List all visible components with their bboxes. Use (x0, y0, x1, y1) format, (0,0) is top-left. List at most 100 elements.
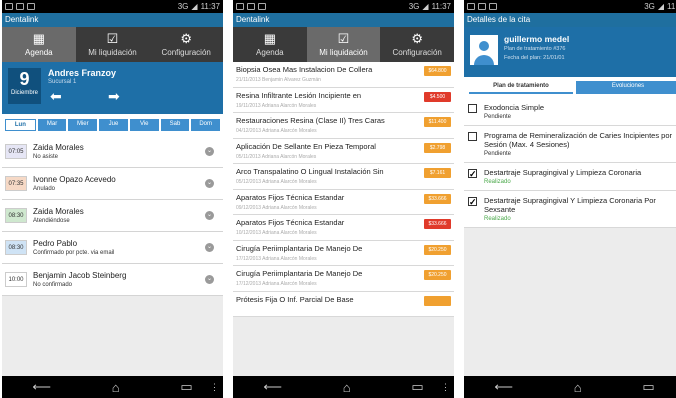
chevron-down-icon[interactable]: ⌄ (205, 275, 214, 284)
appointment-row[interactable]: 10:00 Benjamin Jacob Steinberg No confirma… (2, 264, 223, 296)
checked-checkbox-icon[interactable]: ✓ (468, 169, 477, 179)
avatar (470, 35, 498, 65)
appointment-time: 07:05 (5, 144, 27, 159)
tab-plan-tratamiento[interactable]: Plan de tratamiento (469, 81, 573, 94)
treatment-row[interactable]: ✓ Destartraje Supragingival Y Limpieza Co… (464, 191, 676, 228)
status-bar: 3G ◢ 11:37 (2, 0, 223, 13)
notification-icon (5, 3, 13, 10)
android-nav-bar: ⟵ ⌂ ▭ ⋮ (2, 376, 223, 398)
notification-icon (467, 3, 475, 10)
treatment-row[interactable]: ✓ Destartraje Supragingival y Limpieza Co… (464, 163, 676, 191)
list-item[interactable]: Aparatos Fijos Técnica Estandar 09/12/201… (233, 189, 454, 215)
status-bar: 3G◢11:4 (464, 0, 676, 13)
chevron-down-icon[interactable]: ⌄ (205, 147, 214, 156)
amount-badge: $4.500 (424, 91, 451, 102)
tab-evoluciones[interactable]: Evoluciones (576, 81, 676, 94)
recents-icon[interactable]: ▭ (642, 379, 654, 395)
back-icon[interactable]: ⟵ (32, 379, 51, 395)
treatment-status: Pendiente (484, 151, 512, 157)
weekday-lun[interactable]: Lun (5, 119, 36, 131)
tab-mi-liquidacion[interactable]: ☑ Mi liquidación (76, 27, 150, 62)
chevron-down-icon[interactable]: ⌄ (205, 243, 214, 252)
appointment-row[interactable]: 07:35 Ivonne Opazo Acevedo Anulado ⌄ (2, 168, 223, 200)
clock: 11:37 (431, 2, 451, 11)
weekday-dom[interactable]: Dom (191, 119, 221, 131)
procedure-title: Cirugía Periimplantaria De Manejo De (236, 269, 363, 278)
home-icon[interactable]: ⌂ (574, 380, 582, 395)
appointment-status: Anulado (33, 186, 56, 192)
appointment-row[interactable]: 08:30 Zaida Morales Atendiéndose ⌄ (2, 200, 223, 232)
app-title: Dentalink (2, 13, 223, 27)
amount-badge: $7.161 (424, 168, 451, 178)
list-item[interactable]: Aplicación De Sellante En Pieza Temporal… (233, 138, 454, 164)
back-icon[interactable]: ⟵ (263, 379, 282, 395)
notification-icon (478, 3, 486, 10)
clock: 11:4 (667, 2, 676, 11)
date-box: 9 Diciembre (8, 68, 41, 104)
list-item[interactable]: Arco Transpalatino O Lingual Instalación… (233, 164, 454, 190)
procedure-subtitle: 09/12/2013 Adriana Alarcón Morales (236, 204, 317, 211)
tab-agenda[interactable]: ▦ Agenda (2, 27, 76, 62)
amount-badge: $2.798 (424, 142, 451, 153)
tab-mi-liquidacion[interactable]: ☑ Mi liquidación (306, 27, 381, 62)
appointment-row[interactable]: 07:05 Zaida Morales No asiste ⌄ (2, 136, 223, 168)
weekday-mier[interactable]: Mier (68, 119, 98, 131)
weekday-vie[interactable]: Vie (129, 119, 159, 131)
treatment-status: Realizado (484, 216, 511, 222)
detail-tabs: Plan de tratamiento Evoluciones (464, 77, 676, 98)
appointment-row[interactable]: 08:30 Pedro Pablo Confirmado por pcte. via… (2, 232, 223, 264)
list-item[interactable]: Prótesis Fija O Inf. Parcial De Base (233, 291, 454, 317)
prev-day-arrow-icon[interactable]: ⬅ (50, 88, 62, 105)
list-item[interactable]: Cirugía Periimplantaria De Manejo De 17/1… (233, 240, 454, 266)
overflow-menu-icon[interactable]: ⋮ (672, 382, 676, 393)
weekday-sab[interactable]: Sab (160, 119, 190, 131)
checkbox-icon: ☑ (337, 31, 350, 46)
list-item[interactable]: Aparatos Fijos Técnica Estandar 10/12/201… (233, 215, 454, 241)
tab-label: Agenda (25, 48, 53, 57)
list-item[interactable]: Restauraciones Resina (Clase II) Tres Ca… (233, 113, 454, 139)
branch-label: Sucursal 1 (48, 79, 77, 85)
checkbox-icon[interactable] (468, 132, 477, 141)
overflow-menu-icon[interactable]: ⋮ (441, 382, 450, 393)
tab-agenda[interactable]: ▦ Agenda (233, 27, 307, 62)
day-number: 9 (19, 69, 30, 89)
checked-checkbox-icon[interactable]: ✓ (468, 197, 477, 207)
list-item[interactable]: Biopsia Osea Mas Instalacion De Collera 2… (233, 62, 454, 88)
procedure-subtitle: 05/11/2013 Adriana Alarcón Morales (236, 153, 317, 160)
tab-configuracion[interactable]: ⚙ Configuración (380, 27, 454, 62)
appointment-status: Confirmado por pcte. via email (33, 250, 115, 256)
recents-icon[interactable]: ▭ (411, 379, 423, 395)
home-icon[interactable]: ⌂ (112, 380, 120, 395)
overflow-menu-icon[interactable]: ⋮ (210, 382, 219, 393)
tab-configuracion[interactable]: ⚙ Configuración (149, 27, 223, 62)
treatment-row[interactable]: Exodoncia Simple Pendiente (464, 98, 676, 126)
patient-header: guillermo medel Plan de tratamiento #376… (464, 27, 676, 77)
treatment-title: Exodoncia Simple (484, 103, 545, 112)
calendar-icon: ▦ (32, 31, 45, 46)
list-item[interactable]: Resina Infiltrante Lesión Incipiente en 1… (233, 87, 454, 113)
amount-badge: $20.250 (424, 270, 451, 280)
clock: 11:37 (200, 2, 220, 11)
procedure-title: Aparatos Fijos Técnica Estandar (236, 192, 345, 202)
tab-label: Mi liquidación (88, 48, 137, 57)
treatment-row[interactable]: Programa de Remineralización de Caries I… (464, 126, 676, 163)
weekday-jue[interactable]: Jue (99, 119, 128, 131)
weekday-mar[interactable]: Mar (37, 119, 67, 131)
list-item[interactable]: Cirugía Periimplantaria De Manejo De 17/1… (233, 266, 454, 292)
back-icon[interactable]: ⟵ (494, 379, 513, 395)
home-icon[interactable]: ⌂ (343, 380, 351, 395)
appointment-list: 07:05 Zaida Morales No asiste ⌄ 07:35 Ivonne… (2, 136, 223, 296)
notification-icon (247, 3, 255, 10)
checkbox-icon[interactable] (468, 104, 477, 113)
signal-icon: ◢ (422, 2, 429, 11)
appointment-status: No confirmado (33, 282, 73, 288)
next-day-arrow-icon[interactable]: ➡ (108, 88, 120, 105)
date-header: 9 Diciembre Andres Franzoy Sucursal 1 ⬅ … (2, 62, 223, 114)
tab-label: Configuración (392, 48, 442, 57)
patient-name: Zaida Morales (33, 207, 84, 216)
procedure-subtitle: 05/12/2013 Adriana Alarcón Morales (236, 179, 317, 185)
recents-icon[interactable]: ▭ (180, 379, 192, 395)
amount-badge (424, 295, 451, 306)
chevron-down-icon[interactable]: ⌄ (205, 211, 214, 220)
chevron-down-icon[interactable]: ⌄ (205, 179, 214, 188)
